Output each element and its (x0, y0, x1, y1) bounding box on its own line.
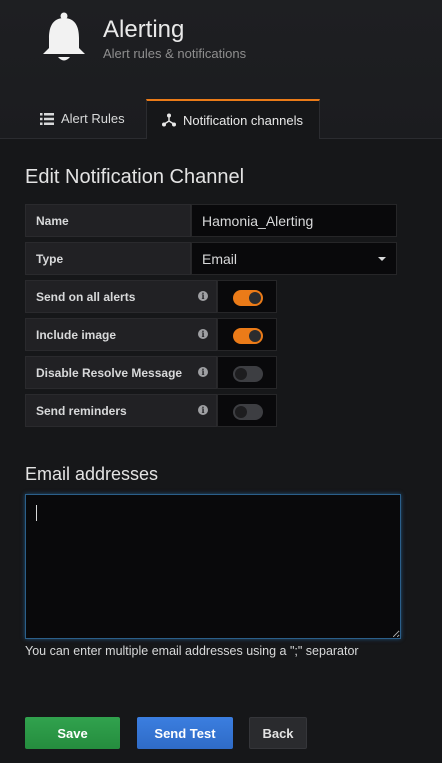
info-icon[interactable]: i (198, 329, 208, 339)
name-label: Name (25, 204, 191, 237)
type-label: Type (25, 242, 191, 275)
page-title: Alerting (103, 16, 185, 43)
toggle-disable-resolve-row: Disable Resolve Message i (25, 356, 277, 389)
toggle-send-reminders-row: Send reminders i (25, 394, 277, 427)
toggle-label: Send on all alerts (25, 280, 217, 313)
switch-container (217, 394, 277, 427)
switch-container (217, 356, 277, 389)
toggle-include-image-row: Include image i (25, 318, 277, 351)
tab-alert-rules[interactable]: Alert Rules (40, 99, 125, 138)
toggle-knob (249, 292, 261, 304)
tab-label: Notification channels (183, 112, 303, 128)
toggle-label-text: Disable Resolve Message (36, 365, 183, 380)
toggle-label-text: Include image (36, 327, 117, 342)
disable-resolve-toggle[interactable] (233, 366, 263, 382)
toggle-send-all-row: Send on all alerts i (25, 280, 277, 313)
toggle-knob (249, 330, 261, 342)
email-section-title: Email addresses (25, 464, 159, 484)
send-test-button[interactable]: Send Test (137, 717, 233, 749)
page-header: Alerting Alert rules & notifications Ale… (0, 0, 442, 139)
toggle-label: Send reminders (25, 394, 217, 427)
toggle-knob (235, 368, 247, 380)
type-row: Type Email (25, 242, 397, 275)
switch-container (217, 318, 277, 351)
save-button[interactable]: Save (25, 717, 120, 749)
name-input[interactable]: Hamonia_Alerting (191, 204, 397, 237)
info-icon[interactable]: i (198, 291, 208, 301)
type-value: Email (202, 250, 238, 267)
include-image-toggle[interactable] (233, 328, 263, 344)
list-icon (40, 112, 54, 125)
caret-down-icon (378, 257, 386, 261)
page-subtitle: Alert rules & notifications (103, 46, 247, 61)
send-all-toggle[interactable] (233, 290, 263, 306)
form-title: Edit Notification Channel (25, 166, 245, 188)
tab-notification-channels[interactable]: Notification channels (146, 99, 320, 139)
email-help-text: You can enter multiple email addresses u… (25, 644, 359, 658)
channels-icon (162, 113, 176, 127)
toggle-label-text: Send on all alerts (36, 289, 136, 304)
toggle-label: Disable Resolve Message (25, 356, 217, 389)
toggle-knob (235, 406, 247, 418)
send-reminders-toggle[interactable] (233, 404, 263, 420)
email-addresses-textarea[interactable] (25, 494, 401, 639)
toggle-label-text: Send reminders (36, 403, 127, 418)
text-cursor (36, 505, 37, 521)
back-button[interactable]: Back (249, 717, 307, 749)
type-select[interactable]: Email (191, 242, 397, 275)
bell-icon (43, 12, 85, 61)
switch-container (217, 280, 277, 313)
info-icon[interactable]: i (198, 405, 208, 415)
tab-label: Alert Rules (61, 111, 125, 126)
name-row: Name Hamonia_Alerting (25, 204, 397, 237)
toggle-label: Include image (25, 318, 217, 351)
info-icon[interactable]: i (198, 367, 208, 377)
